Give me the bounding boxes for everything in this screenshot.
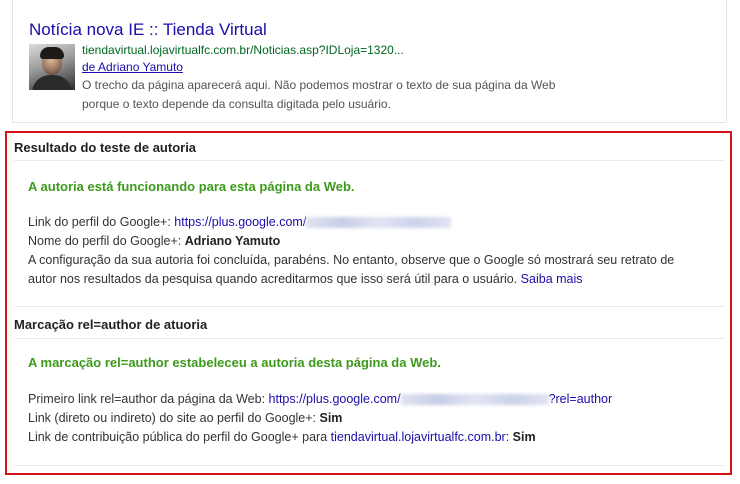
result-title-link[interactable]: Notícia nova IE :: Tienda Virtual [29,20,267,40]
markup-section-header: Marcação rel=author de atuoria [14,317,208,332]
contrib-value: Sim [512,430,536,444]
authorship-note-line1: A configuração da sua autoria foi conclu… [28,253,675,267]
site-link-value: Sim [319,411,343,425]
result-snippet: O trecho da página aparecerá aqui. Não p… [82,78,556,111]
markup-success-message: A marcação rel=author estabeleceu a auto… [28,355,441,370]
profile-name-line: Nome do perfil do Google+: Adriano Yamut… [28,234,281,248]
authorship-note-line2: autor nos resultados da pesquisa quando … [28,272,583,286]
contrib-site-link[interactable]: tiendavirtual.lojavirtualfc.com.br [331,430,506,444]
markup-panel: A marcação rel=author estabeleceu a auto… [14,338,725,466]
profile-link-line: Link do perfil do Google+: https://plus.… [28,215,452,229]
authorship-success-message: A autoria está funcionando para esta pág… [28,179,355,194]
site-link-line: Link (direto ou indireto) do site ao per… [28,411,343,425]
authorship-section-header: Resultado do teste de autoria [14,140,197,155]
redacted-profile-id [306,217,452,229]
first-author-link[interactable]: https://plus.google.com/?rel=author [269,392,613,406]
profile-name: Adriano Yamuto [184,234,281,248]
author-avatar [29,44,75,90]
search-result-preview: Notícia nova IE :: Tienda Virtual tienda… [12,0,727,123]
result-url: tiendavirtual.lojavirtualfc.com.br/Notic… [82,43,404,57]
author-byline-link[interactable]: de Adriano Yamuto [82,60,183,74]
authorship-results-box: Resultado do teste de autoria A autoria … [5,131,732,475]
learn-more-link[interactable]: Saiba mais [521,272,583,286]
redacted-profile-id [400,394,549,406]
first-author-link-line: Primeiro link rel=author da página da We… [28,392,613,406]
contrib-link-line: Link de contribuição pública do perfil d… [28,430,536,444]
profile-link[interactable]: https://plus.google.com/ [174,215,452,229]
authorship-panel: A autoria está funcionando para esta pág… [14,160,725,307]
